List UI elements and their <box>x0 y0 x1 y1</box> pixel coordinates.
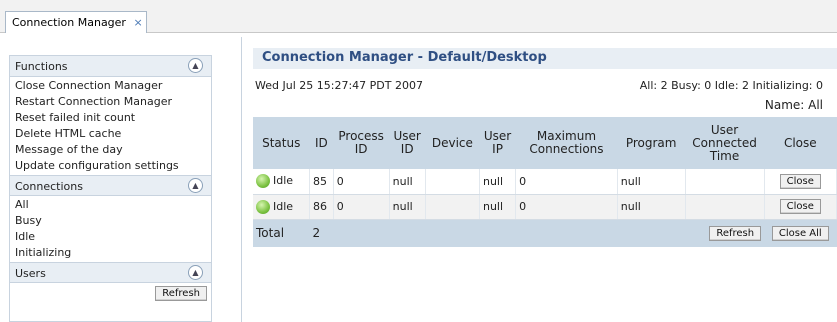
max-connections-cell: 0 <box>515 169 618 195</box>
total-row: Total 2 Refresh Close All <box>253 219 837 247</box>
close-cell: Close <box>764 169 837 195</box>
id-cell: 86 <box>309 194 334 220</box>
total-value: 2 <box>309 219 334 247</box>
col-process-id[interactable]: Process ID <box>333 117 390 169</box>
restart-connection-manager-link[interactable]: Restart Connection Manager <box>15 94 211 110</box>
close-connection-button[interactable]: Close <box>779 199 821 214</box>
panel-divider[interactable] <box>241 37 242 322</box>
col-device[interactable]: Device <box>425 117 480 169</box>
users-header-label: Users <box>15 267 46 280</box>
total-spacer <box>333 219 686 247</box>
table-row: Idle 85 0 null null 0 null Close <box>253 169 837 195</box>
user-ip-cell: null <box>479 194 517 220</box>
col-id[interactable]: ID <box>309 117 334 169</box>
status-text: Idle <box>273 199 294 213</box>
refresh-button[interactable]: Refresh <box>709 226 762 242</box>
timestamp: Wed Jul 25 15:27:47 PDT 2007 <box>255 79 423 92</box>
program-cell: null <box>617 169 686 195</box>
close-all-cell: Close All <box>764 219 837 247</box>
close-cell: Close <box>764 194 837 220</box>
name-filter: Name: All <box>764 98 823 112</box>
functions-header: Functions ▲ <box>10 56 211 77</box>
col-program[interactable]: Program <box>617 117 686 169</box>
connections-initializing-link[interactable]: Initializing <box>15 245 211 261</box>
id-cell: 85 <box>309 169 334 195</box>
col-user-ip[interactable]: User IP <box>479 117 516 169</box>
col-close[interactable]: Close <box>764 117 837 169</box>
tab-connection-manager[interactable]: Connection Manager × <box>5 11 147 33</box>
close-icon[interactable]: × <box>133 16 142 29</box>
page-title: Connection Manager - Default/Desktop <box>253 48 837 69</box>
status-text: Idle <box>273 174 294 188</box>
functions-header-label: Functions <box>15 60 68 73</box>
reset-failed-init-count-link[interactable]: Reset failed init count <box>15 110 211 126</box>
total-label: Total <box>253 219 310 247</box>
idle-status-icon <box>256 199 270 214</box>
update-configuration-settings-link[interactable]: Update configuration settings <box>15 158 211 174</box>
table-header-row: Status ID Process ID User ID Device User… <box>253 117 837 169</box>
left-panel: Functions ▲ Close Connection Manager Res… <box>9 55 212 322</box>
max-connections-cell: 0 <box>515 194 618 220</box>
device-cell <box>425 169 480 195</box>
collapse-icon[interactable]: ▲ <box>188 58 203 73</box>
users-header: Users ▲ <box>10 262 211 283</box>
col-user-id[interactable]: User ID <box>389 117 426 169</box>
connections-all-link[interactable]: All <box>15 197 211 213</box>
table-row: Idle 86 0 null null 0 null Close <box>253 194 837 220</box>
user-connected-time-cell <box>685 169 765 195</box>
col-max-connections[interactable]: Maximum Connections <box>515 117 618 169</box>
process-id-cell: 0 <box>333 169 390 195</box>
idle-status-icon <box>256 174 270 189</box>
collapse-icon[interactable]: ▲ <box>188 178 203 193</box>
connection-counts: All: 2 Busy: 0 Idle: 2 Initializing: 0 <box>639 79 823 92</box>
tab-bar: Connection Manager × <box>0 0 837 33</box>
user-ip-cell: null <box>479 169 517 195</box>
close-connection-manager-link[interactable]: Close Connection Manager <box>15 78 211 94</box>
connections-idle-link[interactable]: Idle <box>15 229 211 245</box>
connections-table: Status ID Process ID User ID Device User… <box>253 117 837 247</box>
users-refresh-button[interactable]: Refresh <box>155 286 207 301</box>
connections-header-label: Connections <box>15 180 83 193</box>
main-panel: Connection Manager - Default/Desktop Wed… <box>253 48 837 112</box>
user-id-cell: null <box>389 194 426 220</box>
functions-list: Close Connection Manager Restart Connect… <box>10 77 211 175</box>
refresh-cell: Refresh <box>685 219 765 247</box>
message-of-the-day-link[interactable]: Message of the day <box>15 142 211 158</box>
program-cell: null <box>617 194 686 220</box>
tab-label: Connection Manager <box>12 16 126 29</box>
status-cell: Idle <box>253 169 310 195</box>
col-status[interactable]: Status <box>253 117 310 169</box>
process-id-cell: 0 <box>333 194 390 220</box>
close-all-button[interactable]: Close All <box>771 226 829 242</box>
connections-busy-link[interactable]: Busy <box>15 213 211 229</box>
connections-header: Connections ▲ <box>10 175 211 196</box>
status-summary: Wed Jul 25 15:27:47 PDT 2007 All: 2 Busy… <box>253 69 837 112</box>
device-cell <box>425 194 480 220</box>
status-cell: Idle <box>253 194 310 220</box>
delete-html-cache-link[interactable]: Delete HTML cache <box>15 126 211 142</box>
collapse-icon[interactable]: ▲ <box>188 265 203 280</box>
users-body: Refresh <box>10 283 211 308</box>
connections-list: All Busy Idle Initializing <box>10 196 211 262</box>
user-connected-time-cell <box>685 194 765 220</box>
close-connection-button[interactable]: Close <box>779 173 821 189</box>
col-user-connected-time[interactable]: User Connected Time <box>685 117 765 169</box>
user-id-cell: null <box>389 169 426 195</box>
